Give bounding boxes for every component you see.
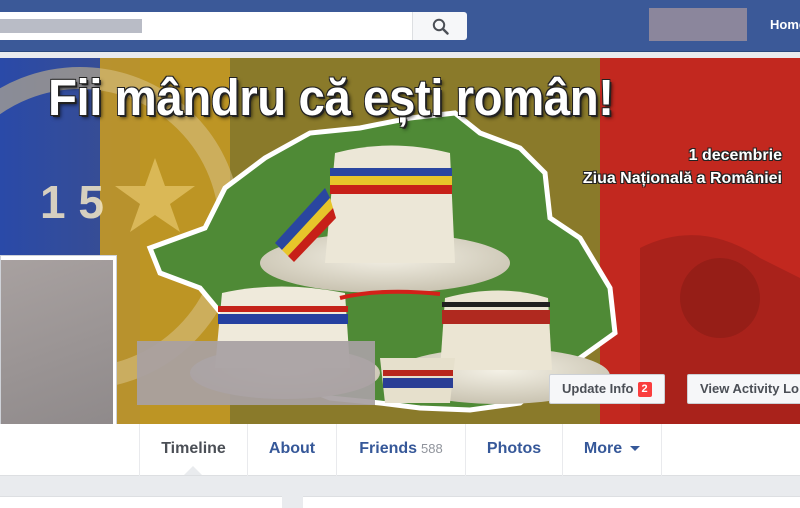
search-button[interactable] (412, 12, 467, 40)
active-tab-pointer (184, 466, 202, 475)
search-icon (432, 18, 449, 35)
tab-friends-label: Friends (359, 440, 418, 457)
top-bar: Home (0, 0, 800, 52)
svg-text:1 5: 1 5 (40, 176, 104, 228)
tab-photos-label: Photos (486, 440, 542, 457)
cover-subtitle: Ziua Națională a României (582, 170, 782, 187)
right-column-card (303, 496, 800, 508)
search-text-redacted (0, 19, 142, 33)
cover-photo[interactable]: 1 5 Fii mândru că ești român! 1 decembri… (0, 58, 800, 424)
avatar-redacted (1, 260, 113, 449)
chevron-down-icon (630, 446, 641, 452)
profile-name-redacted (137, 341, 375, 405)
update-info-label: Update Info (562, 381, 634, 396)
view-activity-log-button[interactable]: View Activity Lo (687, 374, 800, 404)
tab-about-label: About (268, 440, 316, 457)
search-input[interactable] (0, 12, 412, 40)
profile-picture[interactable] (0, 255, 117, 452)
profile-nav-bar: Timeline About Friends 588 Photos More (0, 424, 800, 476)
tab-timeline-label: Timeline (161, 440, 226, 457)
tab-friends[interactable]: Friends 588 (337, 424, 466, 476)
view-activity-label: View Activity Lo (700, 381, 799, 396)
left-column-card (0, 496, 282, 508)
cover-title: Fii mândru că ești român! (48, 69, 614, 126)
friends-count: 588 (421, 441, 443, 456)
profile-link-redacted[interactable] (649, 8, 747, 41)
home-link[interactable]: Home (770, 17, 800, 32)
update-info-button[interactable]: Update Info 2 (549, 374, 665, 404)
update-info-badge: 2 (637, 382, 652, 397)
tab-more[interactable]: More (563, 424, 662, 476)
tab-about[interactable]: About (248, 424, 337, 476)
cover-date: 1 decembrie (688, 147, 782, 164)
tab-photos[interactable]: Photos (466, 424, 563, 476)
tab-more-label: More (583, 440, 623, 457)
